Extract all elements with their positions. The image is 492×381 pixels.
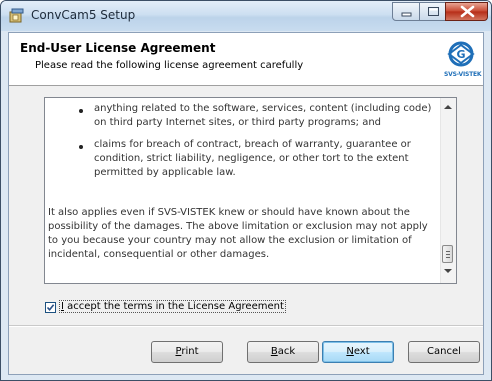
page-title: End-User License Agreement [20,41,216,55]
next-button[interactable]: Next [322,341,394,363]
accept-terms-checkbox[interactable] [45,302,56,313]
bullet-icon [79,109,83,113]
minimize-button[interactable] [392,2,420,21]
scroll-thumb[interactable] [442,245,453,263]
button-separator [9,325,483,327]
accept-label-text: accept the terms in the License Agreemen… [63,301,284,312]
next-label: ext [353,346,370,357]
grip-line [446,257,450,258]
back-hotkey: B [270,346,278,357]
license-bullet: anything related to the software, servic… [94,103,432,128]
dialog-header: End-User License Agreement Please read t… [9,33,483,86]
maximize-button[interactable] [419,2,446,21]
scroll-down-arrow-icon[interactable] [444,269,452,273]
bullet-icon [79,145,83,149]
back-label: ack [277,346,296,357]
minimize-icon [401,12,412,17]
svs-vistek-logo-icon: G [447,41,475,67]
logo-text: SVS-VISTEK [444,71,482,78]
installer-app-icon [9,8,24,23]
cancel-button[interactable]: Cancel [408,341,480,363]
license-scrollbar[interactable] [440,98,456,283]
license-bullet: claims for breach of contract, breach of… [94,139,411,178]
window-title: ConvCam5 Setup [31,8,136,22]
checkmark-icon [46,304,55,312]
company-logo: G SVS-VISTEK [444,39,482,79]
license-paragraph: It also applies even if SVS-VISTEK knew … [48,207,428,260]
license-text-box[interactable]: anything related to the software, servic… [44,97,457,284]
close-icon [460,5,475,18]
dialog-client-area: End-User License Agreement Please read t… [8,32,484,375]
print-button[interactable]: Print [151,341,223,363]
print-label: rint [181,346,199,357]
accept-terms-row[interactable]: I accept the terms in the License Agreem… [44,300,304,316]
page-subtitle: Please read the following license agreem… [35,60,304,71]
accept-terms-label[interactable]: I accept the terms in the License Agreem… [59,300,286,313]
close-button[interactable] [445,2,488,21]
maximize-icon [428,7,439,16]
grip-line [446,251,450,252]
setup-window: ConvCam5 Setup End-User License Agreemen… [0,0,492,381]
back-button[interactable]: Back [247,341,319,363]
grip-line [446,254,450,255]
scroll-up-arrow-icon[interactable] [444,105,452,109]
license-content: anything related to the software, servic… [45,98,442,283]
svg-text:G: G [456,48,465,61]
title-bar[interactable]: ConvCam5 Setup [1,1,491,31]
next-hotkey: N [346,346,354,357]
